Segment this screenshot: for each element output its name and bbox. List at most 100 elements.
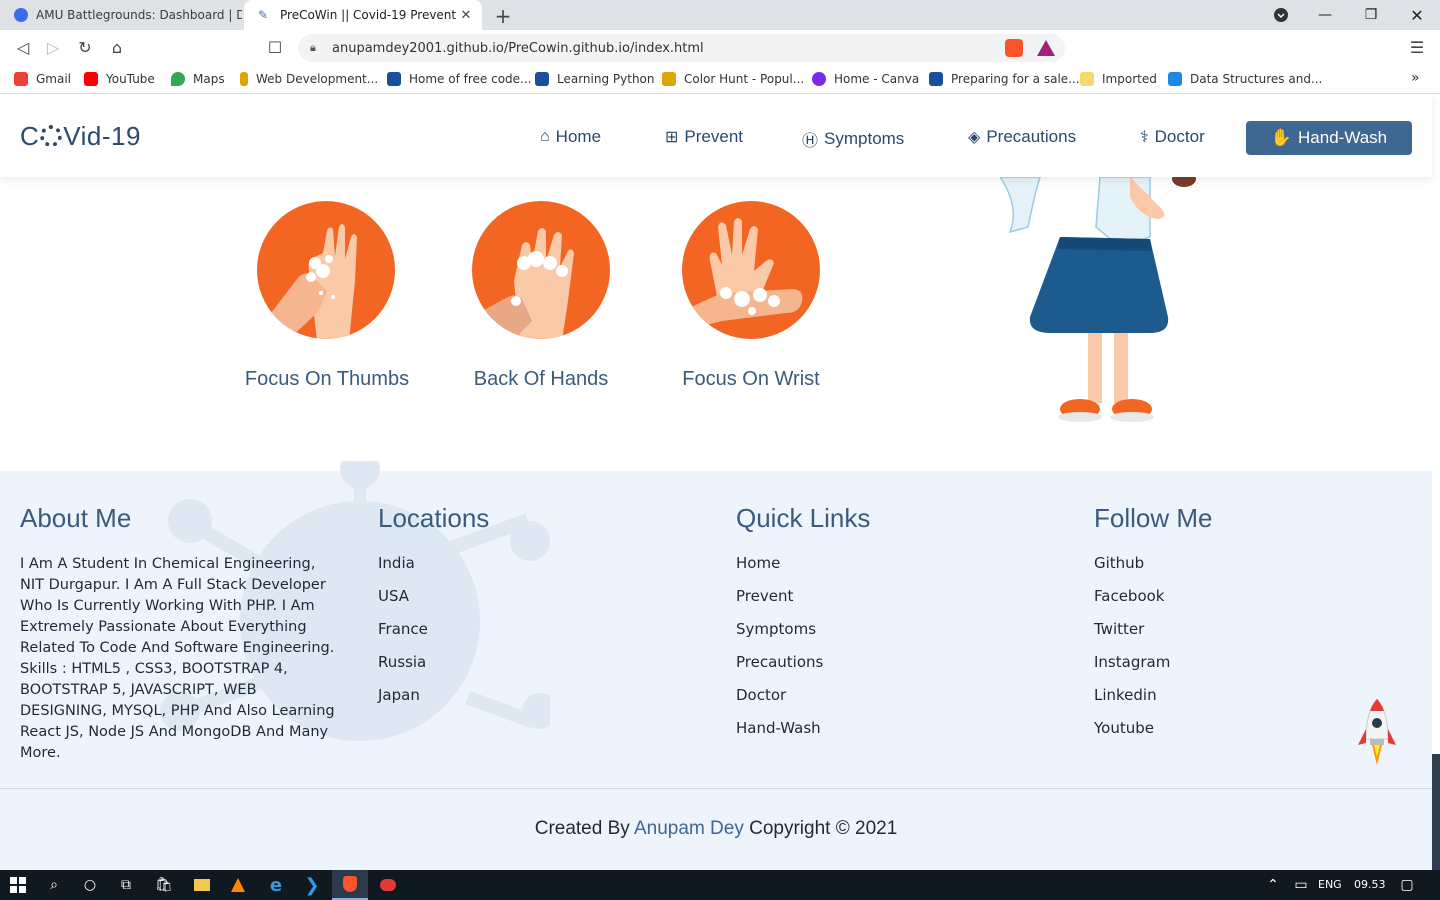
- bookmark-maps[interactable]: Maps: [171, 72, 225, 86]
- brave-shield-icon[interactable]: [1005, 39, 1023, 57]
- bookmark-preparing-sale[interactable]: Preparing for a sale...: [929, 72, 1080, 86]
- location-link-usa[interactable]: USA: [378, 587, 489, 606]
- location-link-russia[interactable]: Russia: [378, 653, 489, 672]
- bookmark-color-hunt[interactable]: Color Hunt - Popul...: [662, 72, 804, 86]
- vscode-icon[interactable]: ❯: [294, 870, 330, 900]
- browser-tab-amu[interactable]: AMU Battlegrounds: Dashboard | Devfo: [0, 0, 242, 30]
- bookmark-gmail[interactable]: Gmail: [14, 72, 71, 86]
- quick-link-symptoms[interactable]: Symptoms: [736, 620, 870, 639]
- doctor-icon: ⚕: [1140, 129, 1149, 146]
- browser-tab-precowin[interactable]: ✎ PreCoWin || Covid-19 Prevention ✕: [244, 0, 482, 30]
- location-link-india[interactable]: India: [378, 554, 489, 573]
- site-navbar: C Vid-19 ⌂ Home ⊞ Prevent Ⓗ Symptoms ◈ Precau…: [0, 94, 1432, 177]
- close-window-icon[interactable]: ✕: [1394, 0, 1440, 30]
- nav-prevent[interactable]: ⊞ Prevent: [665, 127, 743, 147]
- footer-credit: Created By Anupam Dey Copyright © 2021: [0, 818, 1432, 840]
- logo-suffix: Vid-19: [63, 121, 141, 151]
- credit-prefix: Created By: [534, 818, 634, 839]
- tab-title: AMU Battlegrounds: Dashboard | Devfo: [36, 8, 242, 22]
- brave-rewards-icon[interactable]: [1037, 40, 1055, 56]
- bookmark-icon[interactable]: ☐: [264, 38, 286, 58]
- folder-icon: [1080, 72, 1094, 86]
- footer-locations-section: Locations India USA France Russia Japan: [378, 503, 489, 719]
- url-text[interactable]: anupamdey2001.github.io/PreCowin.github.…: [332, 41, 1005, 56]
- social-link-youtube[interactable]: Youtube: [1094, 719, 1212, 738]
- file-explorer-icon[interactable]: [184, 870, 220, 900]
- footer-about-title: About Me: [20, 503, 132, 533]
- task-view-icon[interactable]: ⧉: [108, 870, 144, 900]
- reload-icon[interactable]: ↻: [74, 38, 96, 58]
- bookmark-canva[interactable]: Home - Canva: [812, 72, 919, 86]
- tab-search-icon[interactable]: [1258, 0, 1304, 30]
- nav-home[interactable]: ⌂ Home: [540, 127, 601, 147]
- scrollbar-thumb[interactable]: [1432, 754, 1440, 870]
- browser-menu-icon[interactable]: ☰: [1406, 38, 1428, 58]
- quick-link-precautions[interactable]: Precautions: [736, 653, 870, 672]
- social-link-twitter[interactable]: Twitter: [1094, 620, 1212, 639]
- social-link-github[interactable]: Github: [1094, 554, 1212, 573]
- minimize-icon[interactable]: —: [1302, 0, 1348, 30]
- bookmark-data-structures[interactable]: Data Structures and...: [1168, 72, 1322, 86]
- bookmark-free-code[interactable]: Home of free code...: [387, 72, 532, 86]
- nav-hand-wash-button[interactable]: ✋ Hand-Wash: [1246, 121, 1412, 155]
- hands-wrist-icon: [682, 218, 803, 331]
- footer-follow-title: Follow Me: [1094, 503, 1213, 533]
- language-indicator[interactable]: ENG: [1318, 878, 1342, 891]
- social-link-linkedin[interactable]: Linkedin: [1094, 686, 1212, 705]
- step-thumbs-illustration: [256, 201, 396, 339]
- vlc-icon[interactable]: [220, 870, 256, 900]
- bookmarks-more-button[interactable]: »: [1411, 70, 1420, 86]
- nav-label: Home: [555, 127, 602, 146]
- forward-icon[interactable]: ▷: [42, 38, 64, 58]
- restore-icon[interactable]: ❐: [1348, 0, 1394, 30]
- scroll-to-top-rocket-icon[interactable]: [1356, 699, 1398, 775]
- tab-close-icon[interactable]: ✕: [456, 8, 476, 23]
- bookmark-imported[interactable]: Imported: [1080, 72, 1157, 86]
- nav-precautions[interactable]: ◈ Precautions: [968, 127, 1076, 147]
- footer-locations-title: Locations: [378, 503, 490, 533]
- quick-link-doctor[interactable]: Doctor: [736, 686, 870, 705]
- step-back-hands-illustration: [471, 201, 611, 339]
- social-link-facebook[interactable]: Facebook: [1094, 587, 1212, 606]
- location-link-japan[interactable]: Japan: [378, 686, 489, 705]
- bookmark-web-development[interactable]: Web Development...: [240, 72, 378, 86]
- maps-icon: [171, 72, 185, 86]
- store-icon[interactable]: 🛍︎: [146, 870, 182, 900]
- bookmark-label: Home of free code...: [409, 72, 532, 86]
- url-bar[interactable]: 🔒︎ anupamdey2001.github.io/PreCowin.gith…: [298, 34, 1065, 62]
- show-hidden-icons-icon[interactable]: ⌃: [1258, 870, 1288, 900]
- notifications-icon[interactable]: ▢: [1392, 870, 1422, 900]
- credit-author-link[interactable]: Anupam Dey: [634, 818, 744, 839]
- search-icon[interactable]: ⌕: [36, 870, 72, 900]
- bookmark-label: Preparing for a sale...: [951, 72, 1080, 86]
- back-icon[interactable]: ◁: [12, 38, 34, 58]
- quick-link-home[interactable]: Home: [736, 554, 870, 573]
- step-label-thumbs: Focus On Thumbs: [244, 368, 410, 390]
- cortana-icon[interactable]: ○: [72, 870, 108, 900]
- nav-doctor[interactable]: ⚕ Doctor: [1140, 127, 1205, 147]
- app-red-icon[interactable]: [370, 870, 406, 900]
- data-structures-icon: [1168, 72, 1182, 86]
- bookmark-youtube[interactable]: YouTube: [84, 72, 155, 86]
- bookmark-learning-python[interactable]: Learning Python: [535, 72, 655, 86]
- nav-symptoms[interactable]: Ⓗ Symptoms: [802, 127, 904, 151]
- edge-icon[interactable]: e: [258, 870, 294, 900]
- location-link-france[interactable]: France: [378, 620, 489, 639]
- brave-taskbar-icon[interactable]: [332, 870, 368, 900]
- logo-prefix: C: [20, 121, 40, 151]
- home-icon[interactable]: ⌂: [106, 38, 128, 58]
- virus-icon: [40, 125, 63, 147]
- clock[interactable]: 09.53: [1354, 878, 1386, 891]
- tab-title: PreCoWin || Covid-19 Prevention: [280, 8, 456, 22]
- social-link-instagram[interactable]: Instagram: [1094, 653, 1212, 672]
- quick-link-prevent[interactable]: Prevent: [736, 587, 870, 606]
- new-tab-button[interactable]: +: [492, 4, 514, 28]
- h-circle-icon: Ⓗ: [802, 133, 819, 150]
- site-logo[interactable]: C Vid-19: [20, 121, 141, 152]
- windows-start-icon[interactable]: [0, 870, 36, 900]
- network-icon[interactable]: ▭: [1286, 870, 1316, 900]
- web-dev-icon: [240, 72, 248, 86]
- page-scrollbar[interactable]: [1432, 94, 1440, 870]
- quick-link-hand-wash[interactable]: Hand-Wash: [736, 719, 870, 738]
- bookmarks-bar: Gmail YouTube Maps Web Development... Ho…: [0, 66, 1440, 94]
